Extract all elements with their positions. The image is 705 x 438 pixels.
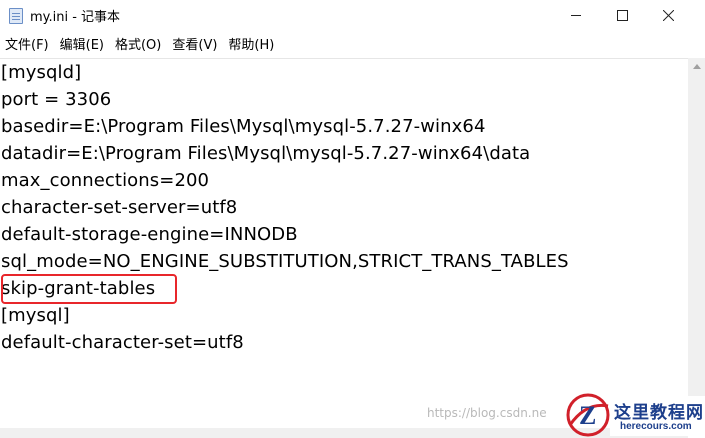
- logo-domain: herecours.com: [620, 421, 692, 432]
- maximize-icon: [616, 9, 628, 21]
- title-bar: my.ini - 记事本: [0, 0, 705, 32]
- menu-edit[interactable]: 编辑(E): [55, 34, 110, 53]
- editor-line: datadir=E:\Program Files\Mysql\mysql-5.7…: [1, 143, 531, 164]
- minimize-icon: [571, 14, 581, 16]
- scroll-up-arrow-icon[interactable]: [693, 64, 701, 69]
- editor-line: default-character-set=utf8: [1, 332, 244, 353]
- svg-text:Z: Z: [579, 401, 596, 430]
- menu-file[interactable]: 文件(F): [0, 34, 55, 53]
- notepad-icon: [9, 8, 23, 24]
- close-button[interactable]: [645, 0, 691, 30]
- menu-format[interactable]: 格式(O): [110, 34, 167, 53]
- close-icon: [662, 9, 674, 21]
- red-highlight-annotation: [1, 274, 177, 304]
- vertical-scrollbar[interactable]: [688, 58, 705, 430]
- editor-line: sql_mode=NO_ENGINE_SUBSTITUTION,STRICT_T…: [1, 251, 569, 272]
- editor-line: basedir=E:\Program Files\Mysql\mysql-5.7…: [1, 116, 486, 137]
- editor-line: port = 3306: [1, 89, 112, 110]
- menu-help[interactable]: 帮助(H): [223, 34, 280, 53]
- window-title: my.ini - 记事本: [30, 10, 121, 25]
- editor-line: [mysql]: [1, 305, 70, 326]
- logo-name: 这里教程网: [614, 403, 704, 423]
- watermark-text: https://blog.csdn.ne: [427, 406, 547, 420]
- editor-line: character-set-server=utf8: [1, 197, 238, 218]
- minimize-button[interactable]: [553, 0, 599, 30]
- editor-line: default-storage-engine=INNODB: [1, 224, 298, 245]
- text-editor[interactable]: [mysqld] port = 3306 basedir=E:\Program …: [0, 58, 688, 429]
- menu-bar: 文件(F) 编辑(E) 格式(O) 查看(V) 帮助(H): [0, 31, 705, 56]
- editor-line: max_connections=200: [1, 170, 210, 191]
- maximize-button[interactable]: [599, 0, 645, 30]
- menu-view[interactable]: 查看(V): [167, 34, 223, 53]
- editor-line: [mysqld]: [1, 62, 82, 83]
